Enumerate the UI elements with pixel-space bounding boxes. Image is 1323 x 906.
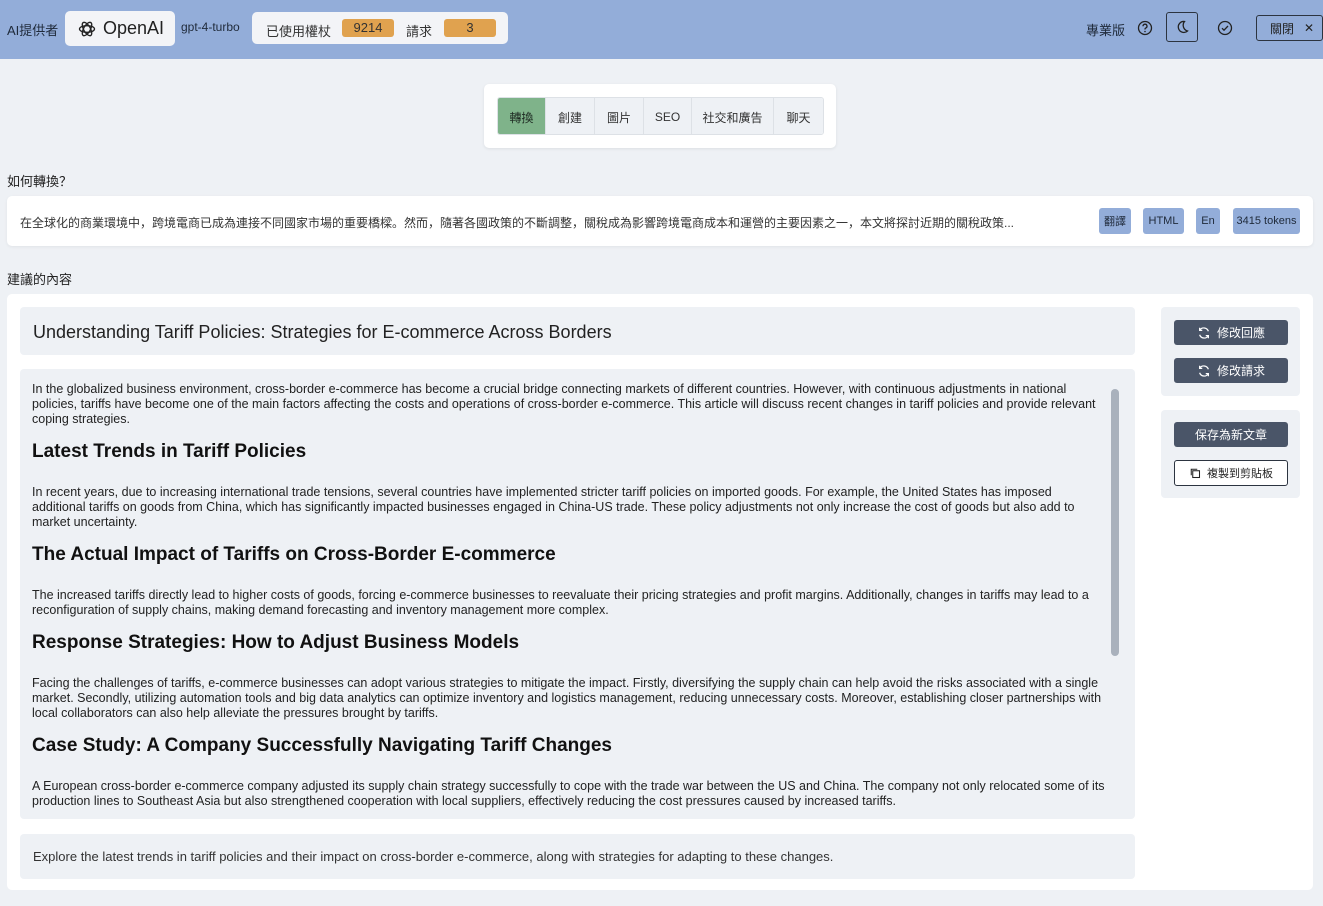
input-card[interactable]: 在全球化的商業環境中，跨境電商已成為連接不同國家市場的重要橋樑。然而，隨著各國政…: [7, 196, 1313, 246]
token-count-pill: 3415 tokens: [1233, 208, 1300, 234]
article-paragraph: In recent years, due to increasing inter…: [32, 485, 1075, 529]
article-paragraph: A European cross-border e-commerce compa…: [32, 779, 1105, 808]
tab-create[interactable]: 創建: [546, 98, 595, 134]
html-pill[interactable]: HTML: [1143, 208, 1184, 234]
modify-response-label: 修改回應: [1216, 326, 1265, 340]
moon-icon: [1177, 20, 1189, 34]
save-as-new-button[interactable]: 保存為新文章: [1174, 422, 1288, 447]
refresh-icon: [1198, 364, 1209, 377]
requests-badge: 3: [444, 19, 496, 37]
dark-mode-toggle[interactable]: [1166, 12, 1198, 42]
modify-response-button[interactable]: 修改回應: [1174, 320, 1288, 345]
tab-image[interactable]: 圖片: [595, 98, 644, 134]
openai-logo-icon: [78, 21, 96, 36]
meta-description-field[interactable]: Explore the latest trends in tariff poli…: [20, 834, 1135, 879]
result-section-label: 建議的內容: [7, 272, 73, 287]
check-circle-icon[interactable]: [1216, 19, 1234, 37]
article-heading: The Actual Impact of Tariffs on Cross-Bo…: [32, 544, 556, 565]
input-section-label: 如何轉換？: [7, 174, 73, 189]
used-tokens-label: 已使用權杖: [266, 24, 332, 39]
modify-request-label: 修改請求: [1216, 364, 1265, 378]
copy-icon: [1190, 468, 1201, 479]
close-button[interactable]: 關閉 ✕: [1256, 15, 1323, 41]
input-text[interactable]: 在全球化的商業環境中，跨境電商已成為連接不同國家市場的重要橋樑。然而，隨著各國政…: [20, 214, 1085, 231]
article-title: Understanding Tariff Policies: Strategie…: [33, 322, 612, 342]
title-field[interactable]: Understanding Tariff Policies: Strategie…: [20, 307, 1135, 355]
tab-seo[interactable]: SEO: [644, 98, 692, 134]
copy-clipboard-button[interactable]: 複製到剪貼板: [1174, 460, 1288, 486]
plan-label[interactable]: 專業版: [1086, 20, 1125, 39]
language-pill[interactable]: En: [1196, 208, 1220, 234]
refresh-icon: [1198, 326, 1209, 339]
tab-social-ads[interactable]: 社交和廣告: [692, 98, 774, 134]
article-paragraph: Facing the challenges of tariffs, e-comm…: [32, 676, 1102, 720]
article-paragraph: The increased tariffs directly lead to h…: [32, 588, 1089, 617]
close-icon: ✕: [1304, 21, 1315, 35]
provider-name: OpenAI: [103, 18, 165, 38]
tab-convert[interactable]: 轉換: [498, 98, 546, 134]
close-label: 關閉: [1270, 21, 1295, 36]
usage-panel: 已使用權杖 9214 請求 3: [252, 12, 508, 44]
mode-tabs-card: 轉換 創建 圖片 SEO 社交和廣告 聊天: [484, 84, 836, 148]
provider-selector[interactable]: OpenAI: [65, 11, 175, 46]
article-intro: In the globalized business environment, …: [32, 382, 1096, 426]
result-card: Understanding Tariff Policies: Strategie…: [7, 294, 1313, 890]
article-heading: Latest Trends in Tariff Policies: [32, 441, 307, 462]
article-heading: Response Strategies: How to Adjust Busin…: [32, 632, 520, 653]
meta-description: Explore the latest trends in tariff poli…: [33, 849, 834, 864]
provider-label: AI提供者: [7, 23, 59, 38]
modify-request-button[interactable]: 修改請求: [1174, 358, 1288, 383]
modify-actions-panel: 修改回應 修改請求: [1161, 307, 1300, 396]
save-actions-panel: 保存為新文章 複製到剪貼板: [1161, 410, 1300, 498]
top-bar: AI提供者 OpenAI gpt-4-turbo 已使用權杖 9214 請求 3…: [0, 0, 1323, 59]
article-scrollbar[interactable]: [1111, 389, 1119, 656]
article-content[interactable]: In the globalized business environment, …: [20, 369, 1135, 819]
help-icon[interactable]: [1136, 19, 1154, 37]
used-tokens-badge: 9214: [342, 19, 394, 37]
model-label[interactable]: gpt-4-turbo: [181, 20, 240, 34]
tab-chat[interactable]: 聊天: [774, 98, 823, 134]
translate-pill[interactable]: 翻譯: [1099, 208, 1131, 234]
requests-label: 請求: [406, 24, 433, 39]
save-as-new-label: 保存為新文章: [1194, 428, 1267, 442]
mode-tabs: 轉換 創建 圖片 SEO 社交和廣告 聊天: [497, 97, 824, 135]
copy-clipboard-label: 複製到剪貼板: [1207, 468, 1273, 480]
article-heading: Case Study: A Company Successfully Navig…: [32, 735, 612, 756]
